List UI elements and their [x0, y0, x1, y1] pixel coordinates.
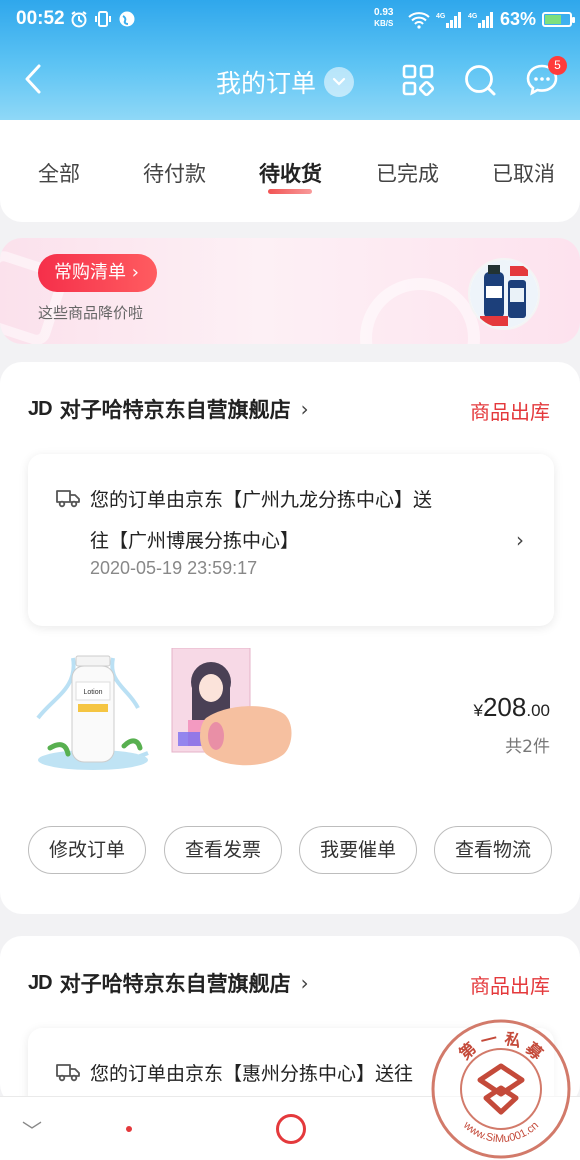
nav-dot-icon[interactable]	[126, 1126, 132, 1132]
nav-bar: 我的订单 5	[0, 44, 580, 116]
tracking-line-1: 您的订单由京东【广州九龙分拣中心】送	[90, 489, 433, 511]
item-count: 共2件	[505, 737, 550, 757]
signal-4g-icon-2: 4G	[468, 11, 493, 28]
order-status: 商品出库	[470, 400, 550, 424]
status-icons-left	[70, 10, 136, 28]
price-decimal: .00	[526, 701, 550, 720]
shop-name: 对子哈特京东自营旗舰店	[59, 398, 291, 422]
view-logistics-button[interactable]: 查看物流	[434, 826, 552, 874]
active-tab-indicator	[268, 189, 312, 194]
order-card[interactable]: JD 对子哈特京东自营旗舰店 › 商品出库 您的订单由京东【广州九龙分拣中心】送…	[0, 362, 580, 914]
urge-order-button[interactable]: 我要催单	[299, 826, 417, 874]
status-time: 00:52	[16, 8, 65, 29]
tab-all[interactable]: 全部	[38, 158, 80, 188]
category-grid-icon[interactable]	[400, 62, 436, 98]
chevron-right-icon: ›	[300, 971, 309, 995]
tab-cancelled[interactable]: 已取消	[492, 158, 555, 188]
back-arrow-icon[interactable]	[18, 62, 52, 96]
order-tabs: 全部 待付款 待收货 已完成 已取消	[0, 120, 580, 222]
net-speed-unit: KB/S	[374, 19, 394, 28]
view-invoice-button[interactable]: 查看发票	[164, 826, 282, 874]
network-speed: 0.93 KB/S	[374, 7, 393, 29]
tracking-line-2: 往【广州博展分拣中心】	[90, 530, 300, 552]
shop-header[interactable]: JD 对子哈特京东自营旗舰店 ›	[28, 394, 309, 424]
svg-text:Lotion: Lotion	[83, 689, 102, 696]
message-button[interactable]: 5	[524, 56, 567, 98]
home-circle-icon[interactable]	[276, 1114, 306, 1144]
jd-logo: JD	[28, 397, 53, 420]
modify-order-button[interactable]: 修改订单	[28, 826, 146, 874]
promo-subtitle: 这些商品降价啦	[38, 304, 144, 322]
tab-completed[interactable]: 已完成	[376, 158, 439, 188]
net-speed-value: 0.93	[374, 7, 394, 18]
tracking-message: 您的订单由京东【广州九龙分拣中心】送 往【广州博展分拣中心】	[90, 480, 490, 562]
product-image-lotion[interactable]: Lotion	[28, 648, 158, 780]
chevron-right-icon: ›	[300, 397, 309, 421]
message-badge: 5	[548, 56, 567, 75]
shop-name: 对子哈特京东自营旗舰店	[59, 972, 291, 996]
header-background: 00:52 0.93 KB/S 4G 4G 63% 我的订单 5	[0, 0, 580, 120]
order-price: ¥208.00	[474, 692, 551, 723]
search-icon[interactable]	[462, 62, 498, 98]
wifi-icon	[408, 11, 430, 29]
decor-ring	[360, 278, 480, 344]
svg-text:4G: 4G	[436, 13, 446, 20]
tab-pending-payment[interactable]: 待付款	[143, 158, 206, 188]
chevron-down-icon	[324, 67, 355, 97]
chevron-right-icon: ›	[516, 528, 524, 552]
nav-title-dropdown[interactable]: 我的订单	[216, 64, 355, 100]
price-integer: 208	[482, 692, 527, 722]
status-icons-right: 4G 4G 63%	[408, 9, 576, 30]
signal-4g-icon: 4G	[436, 11, 461, 28]
truck-icon	[56, 1064, 80, 1082]
page-title: 我的订单	[216, 69, 317, 98]
promo-product-thumbnail[interactable]	[468, 258, 540, 330]
globe-icon	[119, 11, 135, 27]
svg-text:4G: 4G	[468, 13, 478, 20]
watermark-stamp: 第 一 私 募 www.SiMu001.cn	[431, 1019, 571, 1159]
shop-header[interactable]: JD 对子哈特京东自营旗舰店 ›	[28, 968, 309, 998]
tracking-timestamp: 2020-05-19 23:59:17	[90, 558, 258, 578]
order-status: 商品出库	[470, 974, 550, 998]
battery-percent: 63%	[500, 9, 537, 29]
battery-icon	[542, 12, 576, 27]
truck-icon	[56, 490, 80, 508]
vibrate-icon	[95, 11, 111, 27]
tab-pending-receipt[interactable]: 待收货	[259, 158, 322, 188]
alarm-icon	[71, 11, 87, 28]
frequent-list-button[interactable]: 常购清单 ›	[38, 254, 157, 292]
price-currency: ¥	[473, 701, 483, 720]
tracking-box[interactable]: 您的订单由京东【广州九龙分拣中心】送 往【广州博展分拣中心】 2020-05-1…	[28, 454, 554, 626]
product-image-box[interactable]	[166, 647, 292, 780]
frequent-purchase-banner[interactable]: 常购清单 › 这些商品降价啦	[0, 238, 580, 344]
status-bar: 00:52 0.93 KB/S 4G 4G 63%	[0, 0, 580, 40]
jd-logo: JD	[28, 971, 53, 994]
chevron-down-icon[interactable]: ﹀	[22, 1115, 42, 1144]
